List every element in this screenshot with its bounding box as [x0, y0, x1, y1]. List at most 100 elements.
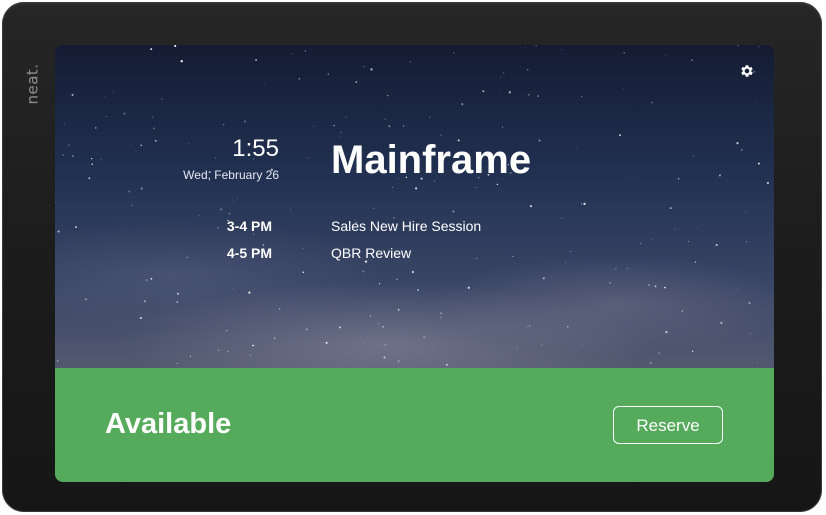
star [379, 283, 381, 285]
star [370, 68, 373, 71]
star [176, 292, 179, 295]
star [175, 56, 177, 58]
star [766, 181, 770, 185]
star [362, 270, 365, 273]
star [622, 88, 624, 90]
star [176, 301, 179, 303]
star [697, 228, 699, 229]
star [339, 326, 342, 329]
star [302, 271, 305, 274]
star [223, 123, 225, 126]
star [500, 90, 501, 92]
star [658, 352, 660, 354]
star [152, 116, 154, 119]
star [152, 127, 155, 130]
star [243, 120, 246, 123]
star [140, 144, 142, 146]
star [105, 96, 107, 98]
star [542, 277, 545, 280]
star [396, 278, 398, 280]
star [654, 285, 657, 288]
star [569, 250, 572, 253]
gear-icon[interactable] [739, 63, 755, 79]
star [417, 289, 419, 291]
star [304, 50, 306, 52]
star [228, 212, 231, 215]
star [292, 53, 294, 55]
star [538, 139, 541, 142]
star [415, 187, 418, 190]
star [174, 45, 177, 48]
star [500, 76, 501, 78]
star [64, 123, 66, 125]
star [626, 268, 628, 270]
star [227, 350, 229, 352]
star [582, 345, 583, 347]
star [609, 281, 612, 284]
star [95, 127, 97, 129]
star [678, 178, 680, 180]
star [305, 328, 308, 331]
star [475, 257, 478, 260]
star [665, 54, 667, 56]
star [508, 91, 511, 94]
star [150, 48, 153, 51]
star [135, 150, 137, 152]
star [373, 208, 375, 209]
star [541, 344, 543, 346]
star [363, 66, 365, 68]
room-name: Mainframe [331, 138, 532, 182]
star [88, 177, 91, 180]
star [565, 262, 567, 264]
star [665, 331, 668, 334]
star [91, 163, 93, 165]
star [482, 90, 485, 93]
star [501, 126, 504, 128]
current-time: 1:55 [232, 135, 279, 162]
star [652, 238, 653, 240]
star [475, 187, 477, 188]
star [581, 96, 583, 98]
star [71, 93, 74, 96]
star [687, 240, 689, 242]
star [232, 200, 234, 202]
star [325, 341, 328, 344]
star [681, 310, 683, 312]
star [440, 316, 442, 319]
star [583, 202, 586, 206]
star [384, 118, 386, 120]
star [307, 157, 309, 159]
star [246, 353, 248, 355]
star [198, 214, 200, 216]
star [461, 103, 464, 106]
star [252, 344, 254, 347]
star [694, 261, 697, 263]
star [123, 112, 126, 115]
star [143, 300, 147, 303]
star [434, 349, 436, 350]
star [105, 116, 107, 118]
meeting-time: 4-5 PM [226, 245, 272, 261]
star [429, 116, 431, 118]
star [217, 349, 220, 351]
star [154, 140, 157, 142]
star [113, 91, 115, 92]
star [388, 125, 391, 128]
star [383, 356, 386, 359]
star [55, 201, 56, 204]
meeting-title: QBR Review [331, 245, 412, 261]
star [467, 286, 470, 289]
star [327, 73, 330, 75]
star [145, 279, 148, 282]
star [669, 207, 672, 210]
star [651, 101, 653, 104]
star [189, 355, 191, 357]
star [278, 308, 281, 310]
star [409, 61, 411, 63]
device-frame: neat. 1:55 Wed, February 26 Mainframe 3-… [2, 2, 822, 512]
star [567, 326, 569, 328]
star [84, 298, 88, 301]
reserve-button[interactable]: Reserve [613, 406, 723, 444]
star [748, 301, 751, 305]
star [619, 134, 621, 136]
